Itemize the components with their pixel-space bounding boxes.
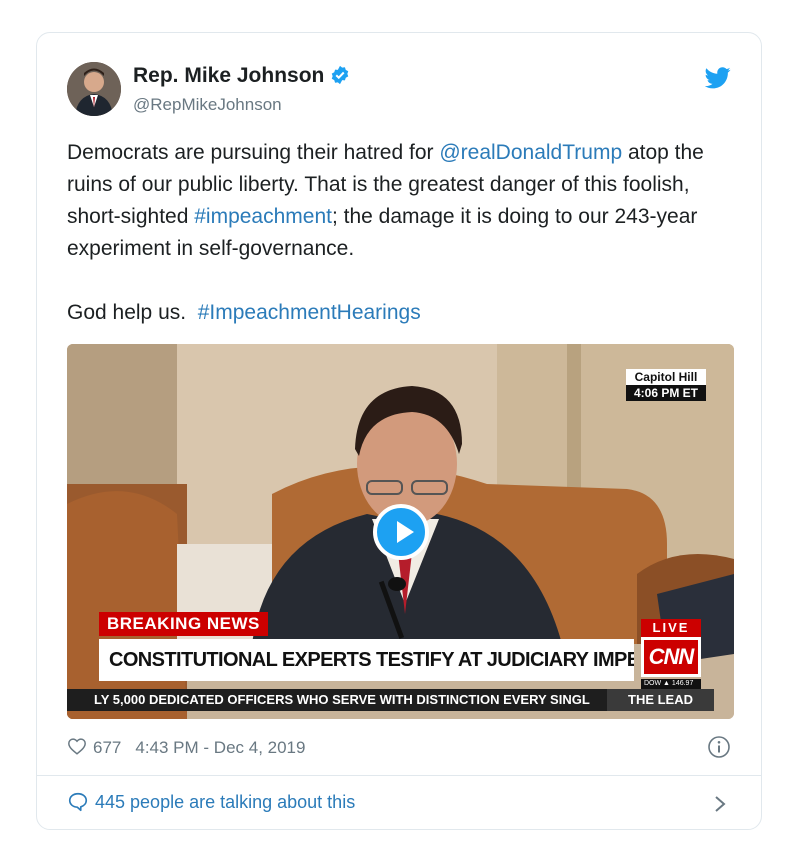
play-button[interactable] [373,504,429,560]
divider [37,775,761,776]
speech-bubble-icon [68,792,88,812]
author-name-text[interactable]: Rep. Mike Johnson [133,64,324,87]
time-label: 4:06 PM ET [625,385,706,401]
live-badge: LIVE [641,619,701,637]
tweet-text-segment: Democrats are pursuing their hatred for [67,141,440,164]
info-icon[interactable] [707,735,731,764]
avatar-image [67,62,121,116]
breaking-news-banner: BREAKING NEWS [99,612,268,636]
like-count[interactable]: 677 [93,738,121,758]
avatar[interactable] [67,62,121,116]
twitter-bird-icon[interactable] [704,67,731,94]
hashtag-link[interactable]: #ImpeachmentHearings [198,301,421,324]
cnn-logo: CNN [641,637,701,677]
mention-link[interactable]: @realDonaldTrump [439,141,622,164]
tweet-card: Rep. Mike Johnson @RepMikeJohnson Democr… [36,32,762,830]
tweet-paragraph-1: Democrats are pursuing their hatred for … [67,137,747,265]
author-name[interactable]: Rep. Mike Johnson [133,64,350,91]
show-name: THE LEAD [607,689,714,711]
author-handle[interactable]: @RepMikeJohnson [133,95,282,115]
location-label: Capitol Hill [625,369,706,385]
conversation-label[interactable]: 445 people are talking about this [95,792,355,813]
chevron-right-icon[interactable] [713,794,727,819]
verified-badge-icon [330,65,350,91]
tweet-timestamp[interactable]: 4:43 PM - Dec 4, 2019 [135,738,305,758]
conversation-link[interactable]: 445 people are talking about this [67,791,355,813]
tweet-text: Democrats are pursuing their hatred for … [67,137,747,329]
news-ticker: LY 5,000 DEDICATED OFFICERS WHO SERVE WI… [67,689,607,711]
chyron-headline: CONSTITUTIONAL EXPERTS TESTIFY AT JUDICI… [99,639,634,681]
video-player[interactable]: Capitol Hill 4:06 PM ET BREAKING NEWS CO… [67,344,734,719]
heart-icon[interactable] [67,737,87,760]
tweet-footer: 677 4:43 PM - Dec 4, 2019 [67,734,305,762]
dow-ticker: DOW ▲ 146.97 [641,679,701,689]
tweet-text-segment: God help us. [67,301,198,324]
hashtag-link[interactable]: #impeachment [194,205,332,228]
tweet-paragraph-2: God help us. #ImpeachmentHearings [67,297,747,329]
location-overlay: Capitol Hill 4:06 PM ET [625,369,706,401]
